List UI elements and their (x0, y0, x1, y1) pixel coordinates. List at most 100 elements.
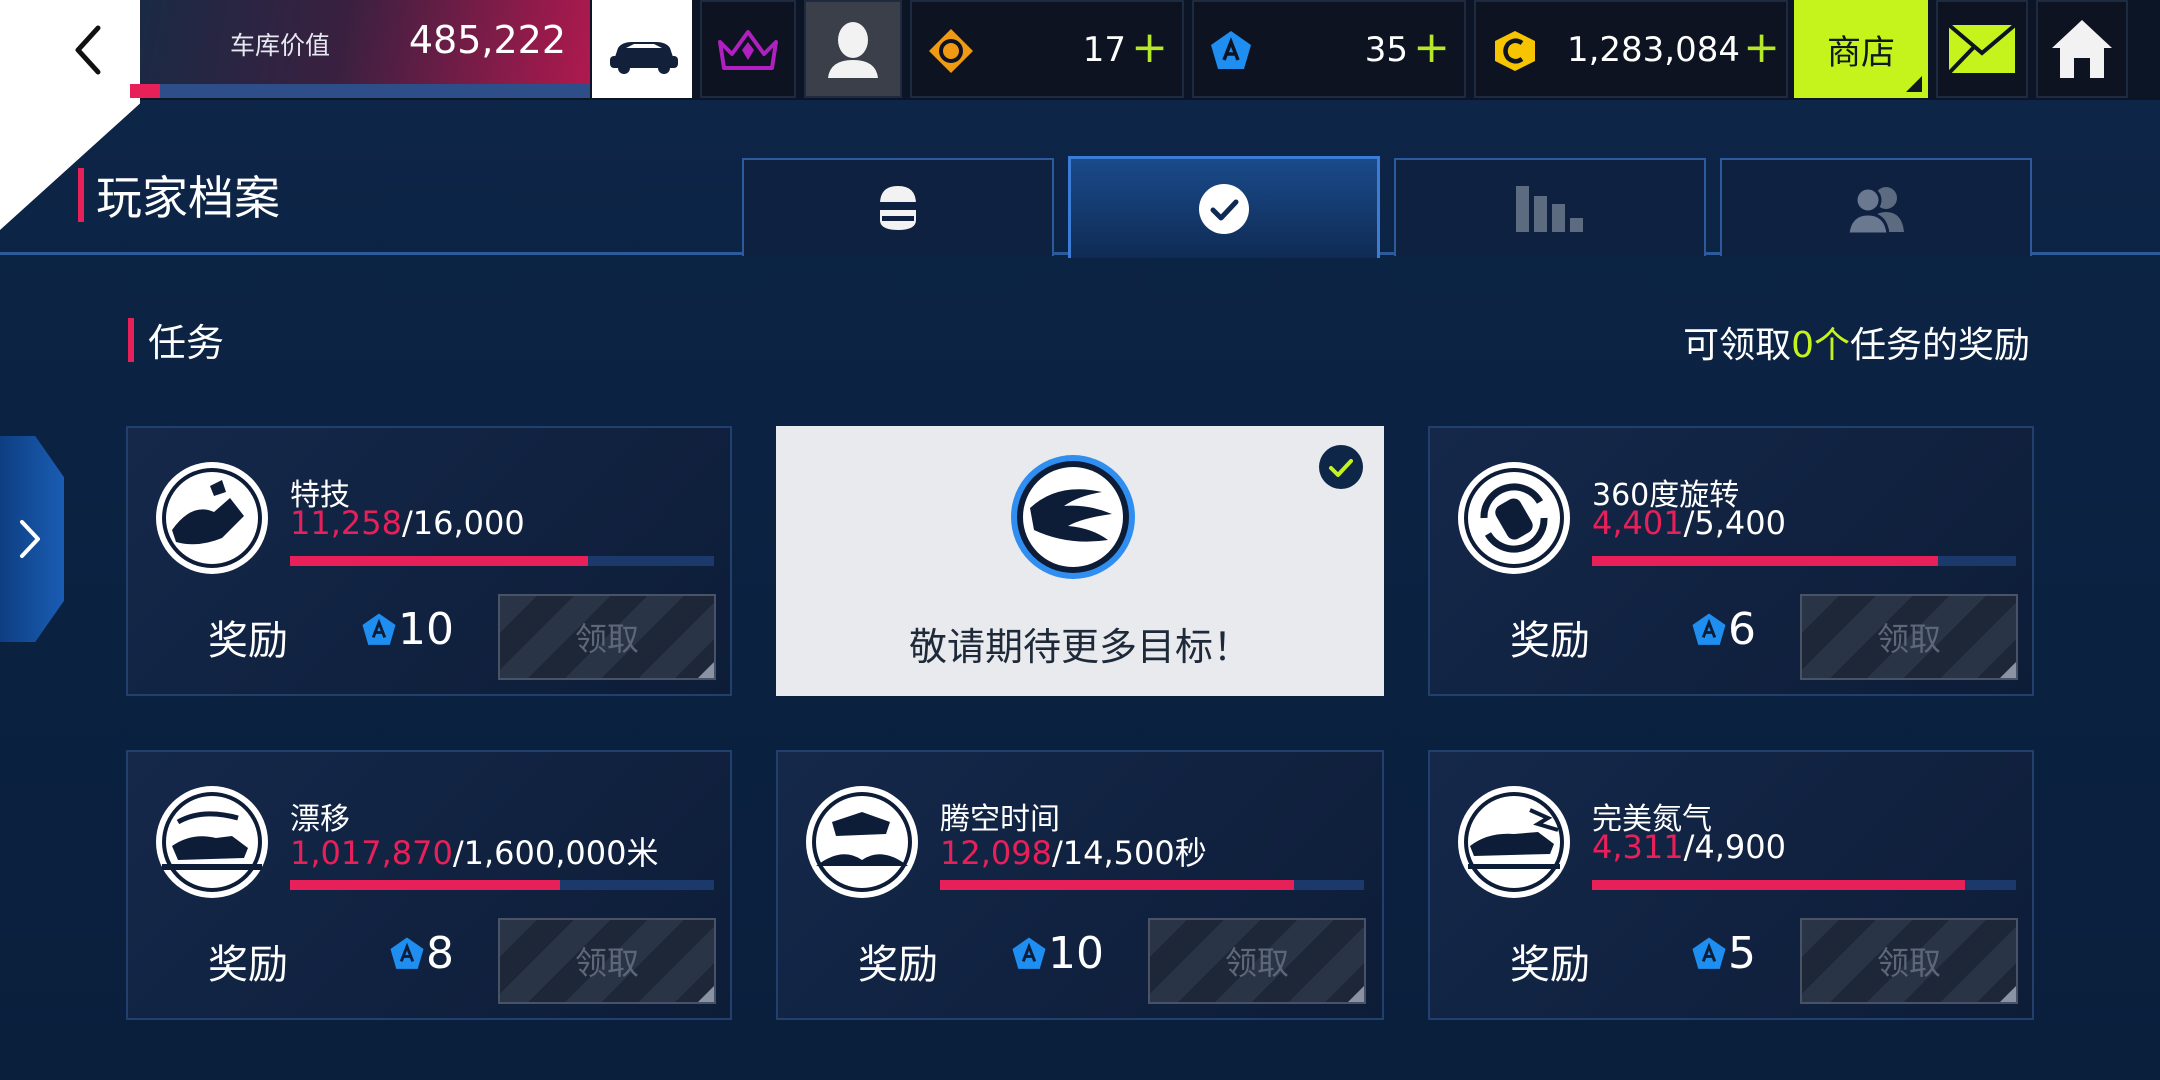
mission-progress-fill (940, 880, 1294, 890)
claim-button[interactable]: 领取 (498, 918, 716, 1004)
title-accent (78, 168, 84, 222)
mission-progress-target: /16,000 (401, 504, 525, 542)
crown-icon (718, 30, 778, 70)
claim-button[interactable]: 领取 (1800, 594, 2018, 680)
credit-icon (1495, 31, 1535, 71)
blueprint-icon (1692, 612, 1726, 645)
mission-progress-text: 11,258/16,000 (290, 504, 525, 542)
home-button[interactable] (2036, 0, 2128, 98)
back-button[interactable] (60, 18, 120, 82)
mission-progress-current: 4,401 (1592, 504, 1684, 542)
mission-progress-fill (290, 556, 589, 566)
stunt-emblem-icon (156, 462, 268, 574)
garage-value-panel[interactable]: 车库价值 485,222 (130, 0, 590, 98)
claim-corner-mark (1348, 986, 1364, 1002)
mission-emblem-icon (1011, 455, 1135, 579)
reward-amount: 6 (1690, 604, 1756, 655)
drift-emblem-icon (156, 786, 268, 898)
mission-progress-text: 4,311/4,900 (1592, 828, 1786, 866)
blueprint-icon (1211, 31, 1251, 69)
car-button[interactable] (592, 0, 692, 98)
tab-profile[interactable] (742, 158, 1054, 256)
reward-label: 奖励 (858, 942, 938, 988)
garage-value-amount: 485,222 (408, 18, 566, 62)
rewards-count: 0个 (1791, 325, 1850, 366)
blueprints-count: 35 (1364, 30, 1408, 70)
mission-progress-text: 1,017,870/1,600,000米 (290, 828, 659, 874)
credits-count: 1,283,084 (1566, 30, 1740, 70)
avatar-button[interactable] (804, 0, 902, 98)
mission-progress-bar (1592, 556, 2016, 566)
credits-add-icon[interactable]: + (1743, 22, 1780, 73)
mission-progress-text: 4,401/5,400 (1592, 504, 1786, 542)
mission-progress-current: 12,098 (940, 834, 1052, 872)
mission-card-airtime: 腾空时间 12,098/14,500秒 奖励 10 领取 (776, 750, 1384, 1020)
perfect-nitro-emblem-icon (1458, 786, 1570, 898)
reward-amount: 10 (1010, 928, 1104, 979)
reward-amount: 5 (1690, 928, 1756, 979)
reward-label: 奖励 (1510, 942, 1590, 988)
claim-corner-mark (2000, 986, 2016, 1002)
checkmark-icon (1199, 183, 1249, 234)
chevron-right-icon (20, 520, 40, 558)
coming-soon-text: 敬请期待更多目标！ (908, 625, 1251, 669)
mission-progress-fill (1592, 880, 1966, 890)
token-icon (929, 29, 973, 73)
bar-chart-icon (1516, 186, 1583, 232)
mission-progress-bar (940, 880, 1364, 890)
mission-progress-target: /5,400 (1683, 504, 1786, 542)
claim-label: 领取 (1876, 944, 1941, 982)
reward-label: 奖励 (208, 942, 288, 988)
mission-card-perfect-nitro: 完美氮气 4,311/4,900 奖励 5 领取 (1428, 750, 2034, 1020)
claim-corner-mark (698, 986, 714, 1002)
credits-panel[interactable]: 1,283,084 + (1474, 0, 1788, 98)
mission-progress-target: /14,500秒 (1051, 834, 1207, 872)
blueprint-icon (390, 936, 424, 969)
section-accent (128, 317, 134, 362)
mission-progress-current: 1,017,870 (290, 834, 453, 872)
airtime-emblem-icon (806, 786, 918, 898)
friends-icon (1846, 186, 1904, 236)
claim-button[interactable]: 领取 (1800, 918, 2018, 1004)
side-panel-toggle[interactable] (0, 436, 64, 642)
garage-progress-fill (130, 84, 160, 98)
helmet-icon (878, 186, 918, 230)
mail-button[interactable] (1936, 0, 2028, 98)
mission-card-360-spin: 360度旋转 4,401/5,400 奖励 6 领取 (1428, 426, 2034, 696)
mission-card-drift: 漂移 1,017,870/1,600,000米 奖励 8 领取 (126, 750, 732, 1020)
rewards-suffix: 任务的奖励 (1849, 325, 2030, 366)
avatar-icon (828, 22, 878, 78)
tab-friends[interactable] (1720, 158, 2032, 256)
completed-check-icon (1319, 445, 1363, 489)
rewards-prefix: 可领取 (1683, 325, 1792, 366)
claim-corner-mark (698, 662, 714, 678)
claim-button[interactable]: 领取 (1148, 918, 1366, 1004)
reward-label: 奖励 (1510, 618, 1590, 664)
tokens-add-icon[interactable]: + (1131, 22, 1168, 73)
garage-value-label: 车库价值 (230, 31, 331, 60)
chevron-left-icon (75, 25, 101, 75)
shop-button[interactable]: 商店 (1794, 0, 1928, 98)
car-icon (610, 42, 678, 74)
blueprint-icon (362, 612, 396, 645)
mission-progress-current: 4,311 (1592, 828, 1684, 866)
tokens-panel[interactable]: 17 + (910, 0, 1184, 98)
blueprints-panel[interactable]: 35 + (1192, 0, 1466, 98)
reward-amount: 10 (360, 604, 454, 655)
blueprints-add-icon[interactable]: + (1413, 22, 1450, 73)
claim-label: 领取 (1876, 620, 1941, 658)
mission-progress-text: 12,098/14,500秒 (940, 828, 1207, 874)
mission-progress-bar (1592, 880, 2016, 890)
mission-progress-target: /1,600,000米 (452, 834, 659, 872)
missions-heading: 任务 (128, 312, 224, 367)
blueprint-icon (1692, 936, 1726, 969)
shop-corner-mark (1906, 76, 1922, 92)
tab-missions[interactable] (1068, 156, 1380, 258)
league-button[interactable] (700, 0, 796, 98)
reward-amount: 8 (388, 928, 454, 979)
claim-button[interactable]: 领取 (498, 594, 716, 680)
tab-stats[interactable] (1394, 158, 1706, 256)
mission-card-stunt: 特技 11,258/16,000 奖励 10 领取 (126, 426, 732, 696)
claimable-rewards-summary: 可领取0个任务的奖励 (1683, 316, 2030, 368)
reward-value: 8 (426, 928, 454, 979)
